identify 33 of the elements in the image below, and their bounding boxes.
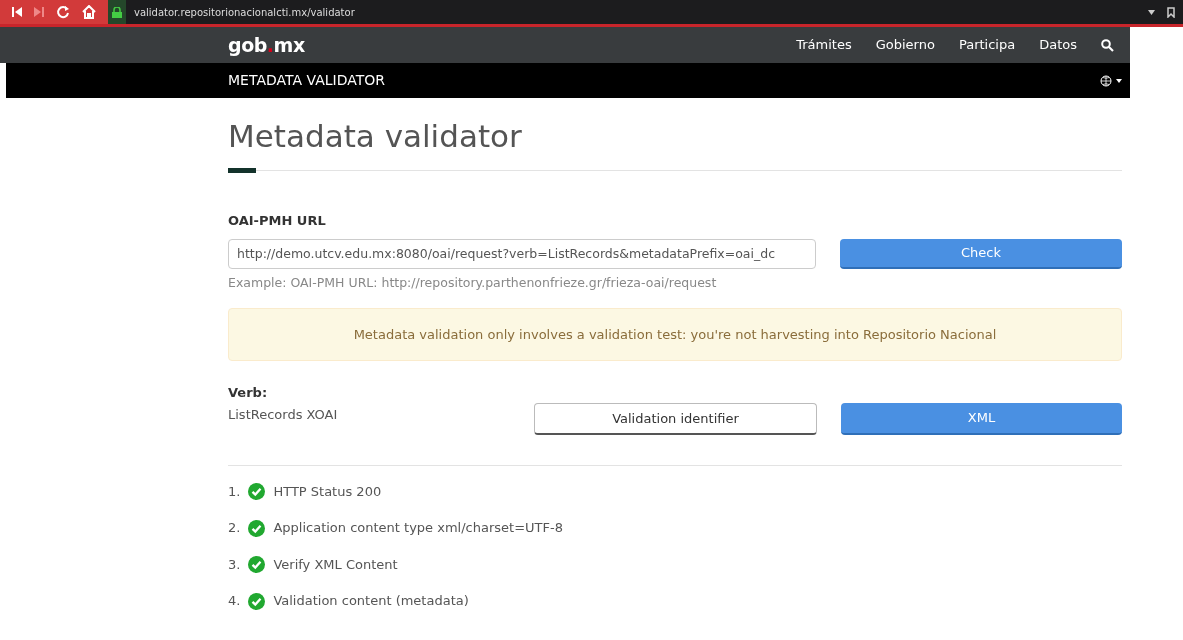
heading-underline-accent xyxy=(228,168,256,173)
help-text: Example: OAI-PMH URL: http://repository.parthenonfrieze.gr/frieza-oai/request xyxy=(228,273,718,292)
site-title[interactable]: METADATA VALIDATOR xyxy=(228,70,385,91)
nav-link[interactable]: Datos xyxy=(1039,35,1077,55)
globe-icon[interactable] xyxy=(1100,74,1112,87)
address-bar[interactable]: validator.repositorionacionalcti.mx/validator xyxy=(134,4,355,20)
lock-icon xyxy=(112,6,122,18)
check-label: HTTP Status 200 xyxy=(273,482,382,501)
caret-icon[interactable] xyxy=(1116,78,1122,83)
bookmark-icon[interactable] xyxy=(1167,6,1175,18)
verb-value: ListRecords XOAI xyxy=(228,405,339,424)
warning-alert: Metadata validation only involves a validation test: you're not harvesting into Repositorio Nacional xyxy=(228,308,1122,362)
list-number: 1. xyxy=(228,482,241,501)
dropdown-icon[interactable] xyxy=(1148,9,1155,15)
reload-icon[interactable] xyxy=(56,5,70,19)
validation-identifier-button[interactable]: Validation identifier xyxy=(534,402,817,435)
check-label: Validation content (metadata) xyxy=(273,592,469,611)
skip-back-icon[interactable] xyxy=(12,7,22,17)
page-heading: Metadata validator xyxy=(228,117,523,156)
list-number: 4. xyxy=(228,592,241,611)
nav-link[interactable]: Trámites xyxy=(796,35,852,55)
nav-link[interactable]: Gobierno xyxy=(875,35,935,55)
check-label: Verify XML Content xyxy=(273,555,398,574)
home-icon[interactable] xyxy=(82,5,96,19)
field-label: OAI-PMH URL xyxy=(228,212,327,230)
logo[interactable]: gob.mx xyxy=(228,30,305,60)
check-label: Application content type xml/charset=UTF-8 xyxy=(273,519,563,538)
list-number: 2. xyxy=(228,519,241,538)
verb-label: Verb: xyxy=(228,384,269,403)
url-input-field[interactable]: http://demo.utcv.edu.mx:8080/oai/request?verb=ListRecords&metadataPrefix=oai_dc xyxy=(228,238,816,269)
nav-link[interactable]: Participa xyxy=(958,35,1016,55)
list-number: 3. xyxy=(228,555,241,574)
search-icon[interactable] xyxy=(1101,38,1114,52)
